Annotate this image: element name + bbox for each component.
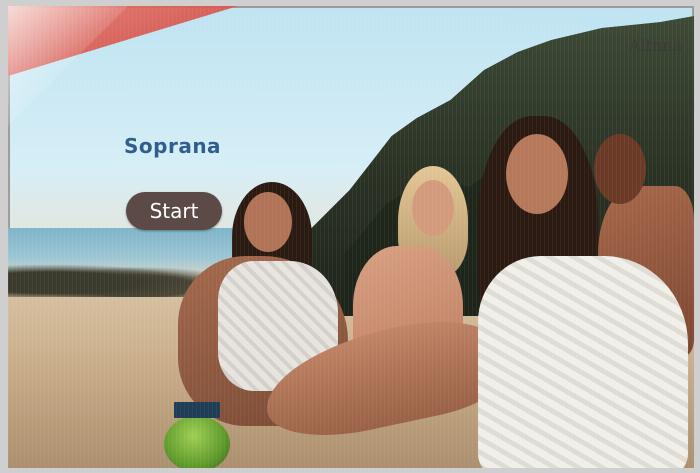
person-3-body — [478, 256, 688, 468]
person-1-head — [244, 192, 292, 252]
coconut — [164, 416, 230, 468]
start-button[interactable]: Start — [126, 192, 222, 230]
app-title: Soprana — [124, 134, 222, 158]
person-3-head — [506, 134, 568, 214]
device-screen: Soprana Start Altnna — [8, 6, 694, 468]
brand-label: Altnna — [628, 36, 682, 55]
person-4-head — [594, 134, 646, 204]
person-2-head — [412, 180, 454, 236]
corner-glare — [8, 6, 128, 126]
sunglasses — [174, 402, 220, 418]
